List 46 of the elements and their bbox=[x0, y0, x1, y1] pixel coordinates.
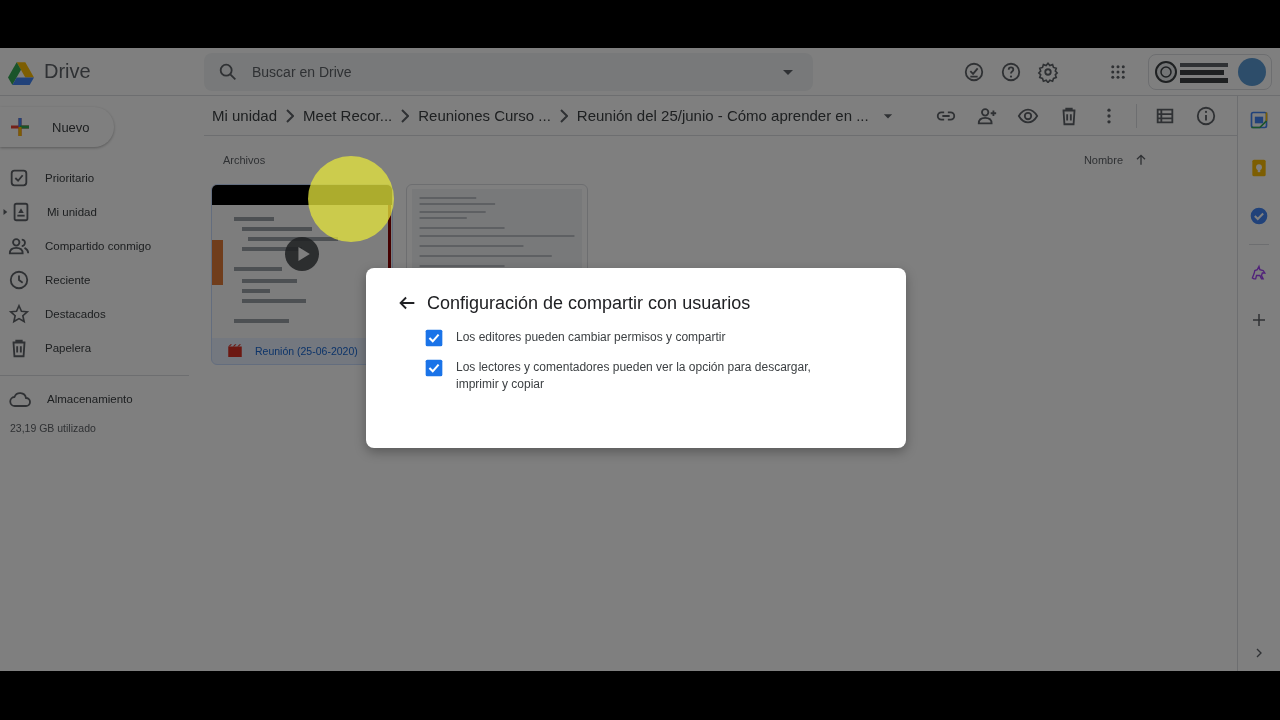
sidebar-item[interactable]: Reciente bbox=[0, 263, 204, 297]
calendar-icon[interactable] bbox=[1249, 110, 1269, 130]
chevron-icon bbox=[401, 108, 410, 123]
expand-arrow-icon[interactable] bbox=[2, 207, 8, 217]
checkbox[interactable] bbox=[424, 328, 444, 348]
breadcrumb-item[interactable]: Meet Recor... bbox=[303, 107, 393, 124]
sidebar-item[interactable]: Compartido conmigo bbox=[0, 229, 204, 263]
checkbox-icon bbox=[8, 167, 30, 189]
dialog-title: Configuración de compartir con usuarios bbox=[427, 292, 751, 314]
add-icon[interactable] bbox=[1250, 311, 1268, 329]
file-name: Reunión (25-06-2020) bbox=[255, 345, 358, 357]
video-file-icon bbox=[226, 342, 244, 360]
search-field[interactable]: Buscar en Drive bbox=[204, 52, 813, 91]
sidebar-item[interactable]: Papelera bbox=[0, 331, 204, 365]
help-icon[interactable] bbox=[1000, 60, 1022, 83]
avatar[interactable] bbox=[1238, 57, 1266, 86]
apps-icon[interactable] bbox=[1109, 62, 1127, 81]
info-icon[interactable] bbox=[1195, 104, 1217, 127]
check-circle-icon[interactable] bbox=[963, 60, 985, 83]
option-label[interactable]: Los lectores y comentadores pueden ver la opción para descargar, imprimir y copiar bbox=[456, 358, 821, 393]
option-label[interactable]: Los editores pueden cambiar permisos y compartir bbox=[456, 328, 821, 346]
star-icon bbox=[8, 303, 30, 325]
storage-usage: 23,19 GB utilizado bbox=[9, 421, 97, 434]
settings-icon[interactable] bbox=[1037, 60, 1059, 83]
storage-item[interactable]: Almacenamiento bbox=[0, 382, 204, 416]
section-title: Archivos bbox=[223, 154, 266, 166]
account-button[interactable] bbox=[1148, 53, 1272, 90]
sidebar-item[interactable]: Destacados bbox=[0, 297, 204, 331]
new-button[interactable]: Nuevo bbox=[0, 107, 114, 147]
breadcrumb-item[interactable]: Mi unidad bbox=[212, 107, 278, 124]
plus-icon bbox=[8, 115, 32, 139]
app-name: Drive bbox=[44, 60, 91, 83]
sidebar-item[interactable]: Mi unidad bbox=[0, 195, 204, 229]
logo-icon bbox=[1154, 58, 1230, 85]
checkbox[interactable] bbox=[424, 358, 444, 378]
clock-icon bbox=[8, 269, 30, 291]
chevron-icon bbox=[286, 108, 295, 123]
breadcrumb-item[interactable]: Reuniones Curso ... bbox=[418, 107, 551, 124]
caret-icon[interactable] bbox=[783, 69, 793, 75]
play-icon[interactable] bbox=[285, 237, 319, 271]
chevron-icon bbox=[559, 108, 568, 123]
sidebar-item[interactable]: Prioritario bbox=[0, 161, 204, 195]
sort-button[interactable]: Nombre bbox=[1083, 152, 1149, 168]
people-icon bbox=[8, 235, 30, 257]
breadcrumb-item[interactable]: Reunión del 25/junio - Cómo aprender en ... bbox=[576, 107, 869, 124]
tasks-icon[interactable] bbox=[1249, 206, 1269, 226]
